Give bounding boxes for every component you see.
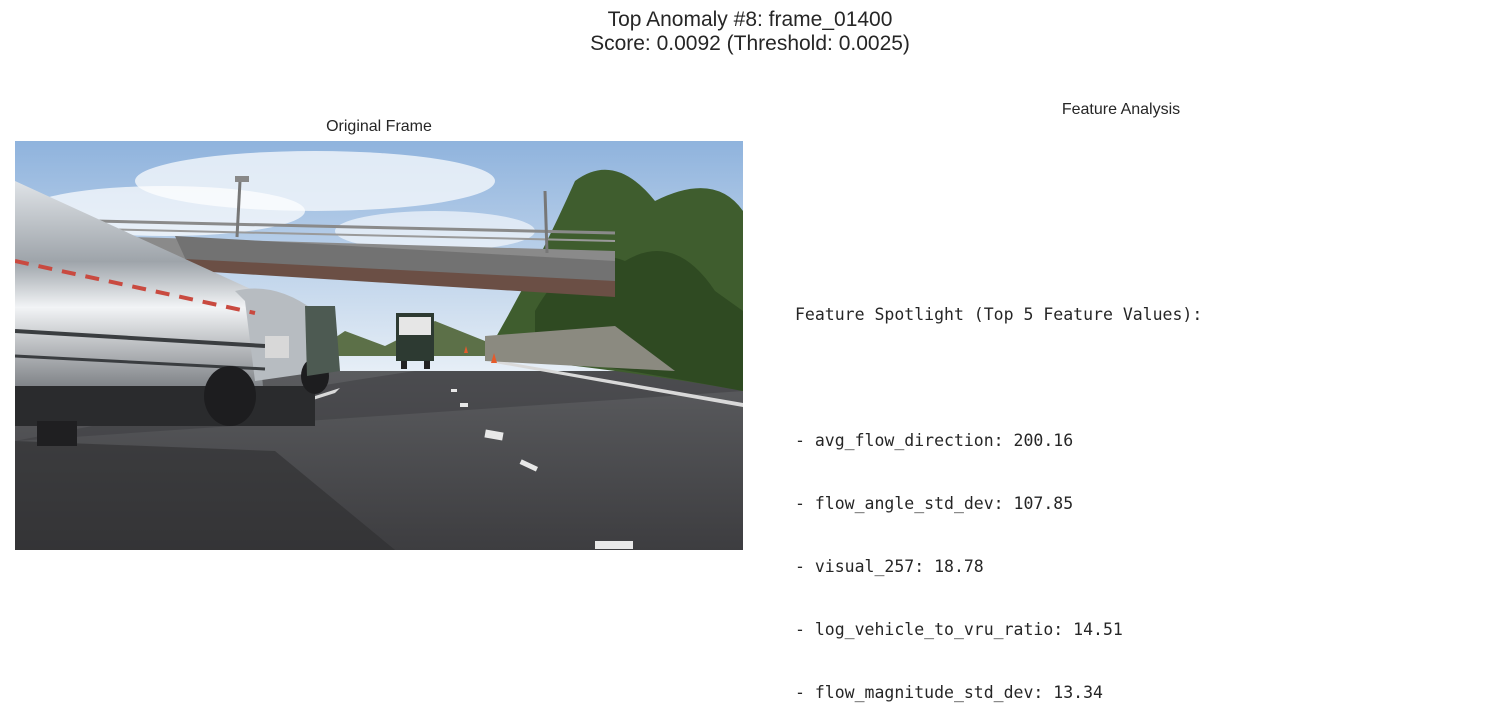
figure-title: Top Anomaly #8: frame_01400 Score: 0.009… [0,8,1500,56]
feature-item: - flow_angle_std_dev: 107.85 [795,494,1074,513]
feature-item: - flow_magnitude_std_dev: 13.34 [795,683,1103,702]
feature-spotlight-text: Feature Spotlight (Top 5 Feature Values)… [795,262,1202,724]
feature-analysis-title: Feature Analysis [1061,101,1181,118]
feature-spotlight-heading: Feature Spotlight (Top 5 Feature Values)… [795,305,1203,324]
original-frame-image [15,141,743,550]
figure-title-line2: Score: 0.0092 (Threshold: 0.0025) [590,32,910,55]
figure-title-line1: Top Anomaly #8: frame_01400 [607,8,893,31]
original-frame-title: Original Frame [326,118,432,135]
feature-item: - log_vehicle_to_vru_ratio: 14.51 [795,620,1123,639]
feature-item: - visual_257: 18.78 [795,557,984,576]
feature-item: - avg_flow_direction: 200.16 [795,431,1074,450]
